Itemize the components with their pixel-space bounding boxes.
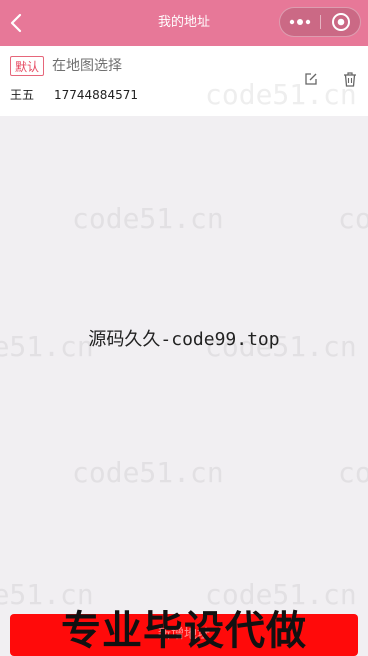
nav-bar: 我的地址 (0, 0, 368, 46)
watermark-center-text: 源码久久-code99.top (88, 329, 280, 350)
contact-name: 王五 (10, 88, 35, 102)
watermark: code51.cn (338, 202, 368, 235)
watermark: code51.cn (338, 456, 368, 489)
watermark: code51.cn (72, 202, 224, 235)
more-dots-icon (289, 19, 311, 25)
close-button[interactable] (321, 8, 361, 36)
target-circle-icon (332, 13, 350, 31)
address-text: 在地图选择 (52, 58, 122, 74)
promo-banner: 专业毕设代做 (61, 608, 307, 654)
more-button[interactable] (280, 8, 320, 36)
mini-program-capsule (279, 7, 361, 37)
watermark: code51.cn (205, 78, 357, 111)
contact-phone: 17744884571 (54, 88, 138, 102)
watermark: code51.cn (72, 456, 224, 489)
default-badge: 默认 (10, 56, 45, 76)
